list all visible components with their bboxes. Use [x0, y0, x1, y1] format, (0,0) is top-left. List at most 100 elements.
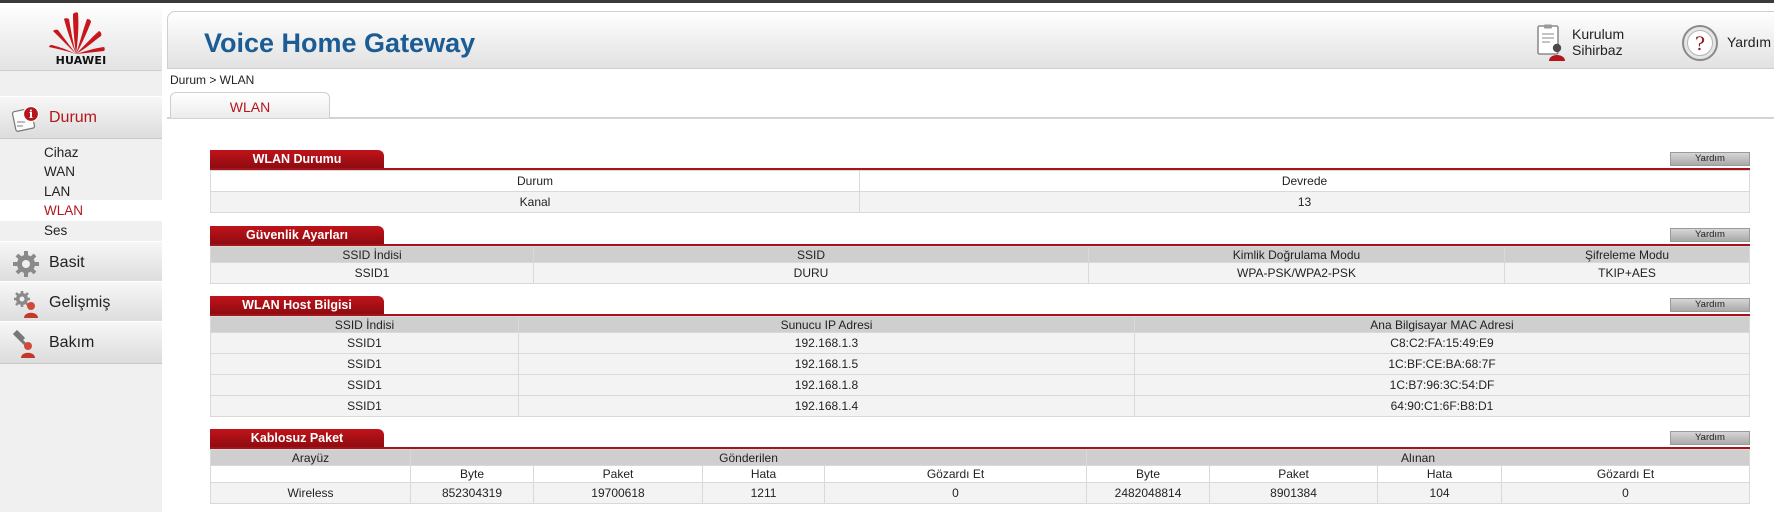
column-header: Hata [702, 465, 825, 483]
table-cell: 192.168.1.4 [518, 395, 1135, 417]
svg-text:?: ? [1695, 33, 1705, 55]
sidebar-item-ses[interactable]: Ses [0, 220, 162, 241]
table-cell: 1C:B7:96:3C:54:DF [1134, 374, 1750, 396]
table-cell: Wireless [210, 482, 411, 504]
gear-icon [13, 251, 39, 277]
column-header: SSID İndisi [210, 316, 519, 333]
table-cell: Kanal [210, 191, 860, 213]
table-cell: 192.168.1.3 [518, 332, 1135, 354]
top-strip [0, 0, 1774, 3]
table-cell: SSID1 [210, 353, 519, 375]
section-title: WLAN Host Bilgisi [210, 296, 384, 314]
header-bar: Voice Home Gateway Kurulum Sihirbaz ? Ya… [167, 11, 1774, 69]
section-help-button[interactable]: Yardım [1670, 431, 1750, 445]
table-cell: WPA-PSK/WPA2-PSK [1088, 262, 1505, 284]
breadcrumb: Durum > WLAN [170, 73, 255, 87]
column-header: Byte [1086, 465, 1211, 483]
table-cell: Durum [210, 170, 860, 192]
table-cell: 192.168.1.8 [518, 374, 1135, 396]
huawei-flower-icon [49, 12, 105, 54]
column-header: Hata [1377, 465, 1503, 483]
column-header: Paket [1209, 465, 1379, 483]
sidebar-item-label: Cihaz [44, 145, 79, 160]
table-cell: 1C:BF:CE:BA:68:7F [1134, 353, 1750, 375]
table-row: SSID1 192.168.1.4 64:90:C1:6F:B8:D1 [210, 395, 1750, 417]
section-help-button[interactable]: Yardım [1670, 152, 1750, 166]
menu-durum[interactable]: i Durum [0, 96, 162, 139]
table-cell: 0 [823, 482, 1088, 504]
table-cell: 13 [859, 191, 1750, 213]
security-table: SSID İndisi SSID Kimlik Doğrulama Modu Ş… [210, 246, 1750, 284]
sidebar-item-wlan[interactable]: WLAN [0, 200, 162, 221]
menu-basit[interactable]: Basit [0, 241, 162, 284]
brand-name: HUAWEI [55, 54, 107, 67]
column-header: Şifreleme Modu [1504, 246, 1750, 263]
sidebar-item-wan[interactable]: WAN [0, 161, 162, 182]
wlan-status-table: Durum Devrede Kanal 13 [210, 170, 1750, 213]
table-row: Wireless 852304319 19700618 1211 0 24820… [210, 482, 1750, 504]
section-security: Güvenlik Ayarları Yardım SSID İndisi SSI… [210, 226, 1750, 284]
table-cell: 2482048814 [1086, 482, 1211, 504]
status-info-icon: i [11, 105, 40, 132]
table-cell: SSID1 [210, 262, 534, 284]
column-header: Ana Bilgisayar MAC Adresi [1134, 316, 1750, 333]
column-header: Gözardı Et [823, 465, 1088, 483]
column-header: Kimlik Doğrulama Modu [1088, 246, 1505, 263]
left-navigation: HUAWEI i Durum Cihaz WAN LAN WLAN Ses Ba… [0, 3, 162, 512]
table-cell: 852304319 [410, 482, 534, 504]
section-title: Güvenlik Ayarları [210, 226, 384, 244]
table-row: SSID1 192.168.1.8 1C:B7:96:3C:54:DF [210, 374, 1750, 396]
tab-wlan[interactable]: WLAN [170, 92, 330, 118]
sidebar-item-label: Ses [44, 223, 68, 238]
tab-divider [167, 117, 1774, 119]
table-cell: 104 [1377, 482, 1503, 504]
column-header: SSID İndisi [210, 246, 534, 263]
table-cell: SSID1 [210, 374, 519, 396]
column-header: Sunucu IP Adresi [518, 316, 1135, 333]
table-cell: 64:90:C1:6F:B8:D1 [1134, 395, 1750, 417]
section-hosts: WLAN Host Bilgisi Yardım SSID İndisi Sun… [210, 296, 1750, 417]
menu-bakim[interactable]: Bakım [0, 321, 162, 364]
section-title: WLAN Durumu [210, 150, 384, 168]
column-header: Arayüz [210, 449, 411, 466]
huawei-logo: HUAWEI [0, 3, 162, 71]
setup-wizard-icon [1537, 24, 1565, 61]
section-packets: Kablosuz Paket Yardım Arayüz Gönderilen … [210, 429, 1750, 504]
section-wlan-status: WLAN Durumu Yardım Durum Devrede Kanal 1… [210, 150, 1750, 213]
table-cell: SSID1 [210, 395, 519, 417]
tab-wlan-label: WLAN [229, 99, 271, 115]
advanced-gear-user-icon [14, 291, 38, 318]
sidebar-item-cihaz[interactable]: Cihaz [0, 142, 162, 163]
section-help-button[interactable]: Yardım [1670, 228, 1750, 242]
column-header: Gönderilen [409, 449, 1088, 466]
table-cell: SSID1 [210, 332, 519, 354]
hosts-table: SSID İndisi Sunucu IP Adresi Ana Bilgisa… [210, 316, 1750, 417]
sidebar-item-label: WLAN [44, 203, 84, 218]
menu-gelismis[interactable]: Gelişmiş [0, 281, 162, 324]
table-cell: TKIP+AES [1504, 262, 1750, 284]
table-row: SSID1 192.168.1.5 1C:BF:CE:BA:68:7F [210, 353, 1750, 375]
menu-gelismis-label: Gelişmiş [49, 294, 111, 311]
table-cell: 0 [1501, 482, 1750, 504]
sidebar-item-lan[interactable]: LAN [0, 181, 162, 202]
table-cell: 8901384 [1209, 482, 1379, 504]
table-cell: 192.168.1.5 [518, 353, 1135, 375]
table-cell: C8:C2:FA:15:49:E9 [1134, 332, 1750, 354]
menu-basit-label: Basit [49, 254, 85, 271]
svg-text:i: i [29, 108, 33, 121]
table-cell: DURU [533, 262, 1089, 284]
column-header: SSID [533, 246, 1089, 263]
column-header: Byte [410, 465, 534, 483]
section-help-button[interactable]: Yardım [1670, 298, 1750, 312]
setup-wizard-button[interactable]: Kurulum Sihirbaz [1536, 24, 1646, 64]
sidebar-item-label: LAN [44, 184, 71, 199]
table-cell [210, 465, 411, 483]
wrench-user-icon [12, 329, 35, 358]
wizard-label-line1: Kurulum [1572, 26, 1625, 42]
table-row: SSID1 192.168.1.3 C8:C2:FA:15:49:E9 [210, 332, 1750, 354]
packets-table: Arayüz Gönderilen Alınan Byte Paket Hata… [210, 449, 1750, 504]
table-cell: 1211 [702, 482, 825, 504]
help-button[interactable]: ? Yardım [1681, 24, 1774, 64]
menu-bakim-label: Bakım [49, 334, 95, 351]
table-cell: Devrede [859, 170, 1750, 192]
